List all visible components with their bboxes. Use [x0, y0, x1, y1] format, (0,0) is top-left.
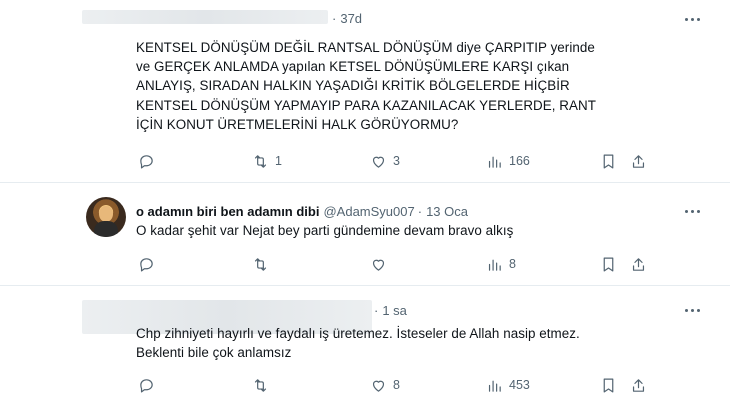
views-button[interactable]: 453: [486, 375, 530, 395]
reply-icon: [140, 154, 153, 168]
author-handle[interactable]: @AdamSyu007: [323, 204, 414, 219]
tweet-text: KENTSEL DÖNÜŞÜM DEĞİL RANTSAL DÖNÜŞÜM di…: [136, 38, 676, 134]
avatar[interactable]: [86, 197, 126, 237]
views-icon: [488, 259, 501, 271]
views-count: 8: [509, 257, 516, 271]
author-name[interactable]: o adamın biri ben adamın dibi: [136, 204, 319, 219]
tweet-text-line: Beklenti bile çok anlamsız: [136, 345, 292, 361]
more-icon[interactable]: [682, 303, 702, 317]
tweet-time[interactable]: 13 Oca: [426, 204, 468, 219]
share-button[interactable]: [630, 254, 647, 274]
tweet-text: O kadar şehit var Nejat bey parti gündem…: [136, 221, 676, 240]
reply-button[interactable]: [138, 151, 161, 171]
retweet-button[interactable]: [252, 375, 275, 395]
bookmark-icon: [603, 154, 614, 168]
share-button[interactable]: [630, 375, 647, 395]
tweet-actions: 8 453: [136, 375, 656, 395]
retweet-icon: [254, 154, 267, 168]
heart-icon: [372, 259, 385, 271]
like-count: 8: [393, 378, 400, 392]
retweet-button[interactable]: [252, 254, 275, 274]
share-icon: [632, 378, 645, 392]
redacted-author: [82, 10, 328, 24]
like-count: 3: [393, 154, 400, 168]
reply-button[interactable]: [138, 254, 161, 274]
bookmark-button[interactable]: [600, 254, 617, 274]
share-button[interactable]: [630, 151, 647, 171]
heart-icon: [372, 380, 385, 392]
views-button[interactable]: 166: [486, 151, 530, 171]
heart-icon: [372, 156, 385, 168]
views-count: 166: [509, 154, 530, 168]
tweet-text-line: KENTSEL DÖNÜŞÜM DEĞİL RANTSAL DÖNÜŞÜM di…: [136, 40, 595, 55]
views-icon: [488, 156, 501, 168]
tweet-1[interactable]: · 37d KENTSEL DÖNÜŞÜM DEĞİL RANTSAL DÖNÜ…: [0, 0, 730, 182]
views-button[interactable]: 8: [486, 254, 516, 274]
like-button[interactable]: 3: [370, 151, 400, 171]
tweet-actions: 8: [136, 254, 656, 274]
reply-icon: [140, 257, 153, 271]
tweet-time[interactable]: 1 sa: [382, 303, 407, 318]
tweet-text-line: İÇİN KONUT ÜRETMELERİNİ HALK GÖRÜYORMU?: [136, 116, 459, 132]
retweet-button[interactable]: 1: [252, 151, 282, 171]
bookmark-icon: [603, 378, 614, 392]
bookmark-button[interactable]: [600, 151, 617, 171]
tweet-2[interactable]: o adamın biri ben adamın dibi @AdamSyu00…: [0, 183, 730, 285]
tweet-text-line: ANLAYIŞ, SIRADAN HALKIN YAŞADIĞI KRİTİK …: [136, 78, 570, 94]
tweet-time[interactable]: 37d: [340, 11, 362, 26]
like-button[interactable]: 8: [370, 375, 400, 395]
views-count: 453: [509, 378, 530, 392]
retweet-icon: [254, 257, 267, 271]
tweet-actions: 1 3 166: [136, 151, 656, 171]
more-icon[interactable]: [682, 12, 702, 26]
reply-icon: [140, 378, 153, 392]
share-icon: [632, 257, 645, 271]
like-button[interactable]: [370, 254, 393, 274]
retweet-icon: [254, 378, 267, 392]
tweet-text-line: Chp zihniyeti hayırlı ve faydalı iş üret…: [136, 326, 580, 341]
tweet-text: Chp zihniyeti hayırlı ve faydalı iş üret…: [136, 324, 696, 362]
views-icon: [488, 380, 501, 392]
more-icon[interactable]: [682, 204, 702, 218]
reply-button[interactable]: [138, 375, 161, 395]
tweet-text-line: KENTSEL DÖNÜŞÜM YAPMAYIP PARA KAZANILACA…: [136, 97, 596, 113]
share-icon: [632, 154, 645, 168]
tweet-text-line: O kadar şehit var Nejat bey parti gündem…: [136, 223, 514, 238]
bookmark-icon: [603, 257, 614, 271]
tweet-text-line: ve GERÇEK ANLAMDA yapılan KETSEL DÖNÜŞÜM…: [136, 59, 570, 75]
bookmark-button[interactable]: [600, 375, 617, 395]
retweet-count: 1: [275, 154, 282, 168]
tweet-3[interactable]: · 1 sa Chp zihniyeti hayırlı ve faydalı …: [0, 286, 730, 420]
separator-dot: ·: [417, 203, 423, 219]
